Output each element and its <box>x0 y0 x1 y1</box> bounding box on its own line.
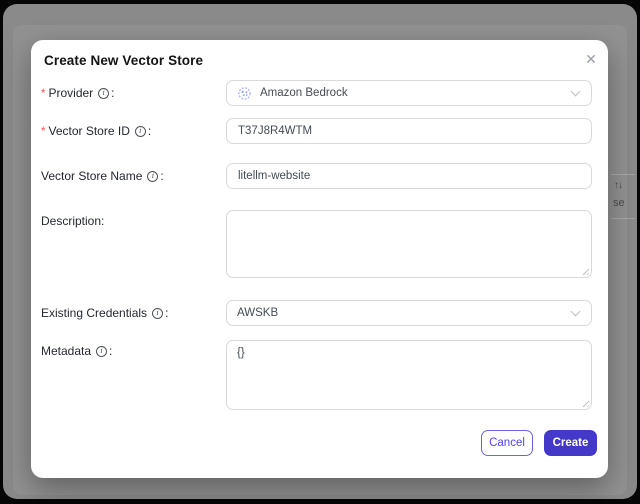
vector-store-id-field-wrap <box>226 118 592 144</box>
info-icon[interactable]: i <box>96 345 108 357</box>
info-icon[interactable]: i <box>134 125 146 137</box>
required-asterisk: * <box>41 88 46 100</box>
info-icon[interactable]: i <box>98 87 110 99</box>
provider-label: * Provider i : <box>41 86 115 100</box>
metadata-textarea[interactable]: {} <box>227 341 591 409</box>
required-asterisk: * <box>41 126 46 138</box>
create-button[interactable]: Create <box>544 430 597 456</box>
provider-select[interactable]: Amazon Bedrock <box>226 80 592 106</box>
close-icon[interactable]: ✕ <box>580 48 602 70</box>
existing-credentials-selected-value: AWSKB <box>237 307 279 319</box>
provider-selected-value: Amazon Bedrock <box>260 87 348 99</box>
background-table-divider <box>611 218 635 219</box>
description-field-wrap <box>226 210 592 278</box>
vector-store-id-label: * Vector Store ID i : <box>41 124 152 138</box>
info-icon[interactable]: i <box>152 307 164 319</box>
vector-store-name-label: Vector Store Name i : <box>41 169 164 183</box>
metadata-label: Metadata i : <box>41 344 113 358</box>
modal-title: Create New Vector Store <box>44 53 204 68</box>
description-textarea[interactable] <box>227 211 591 277</box>
existing-credentials-select[interactable]: AWSKB <box>226 300 592 326</box>
metadata-field-wrap: {} <box>226 340 592 410</box>
cancel-button[interactable]: Cancel <box>481 430 533 456</box>
amazon-bedrock-icon <box>238 86 251 100</box>
sort-icon: ↑↓ <box>614 180 623 191</box>
vector-store-name-field-wrap <box>226 163 592 189</box>
background-partial-text: se <box>613 197 625 209</box>
create-vector-store-modal: Create New Vector Store ✕ * Provider i :… <box>31 40 608 478</box>
vector-store-name-input[interactable] <box>227 164 591 188</box>
existing-credentials-label: Existing Credentials i : <box>41 306 169 320</box>
description-label: Description : <box>41 214 105 228</box>
info-icon[interactable]: i <box>147 170 159 182</box>
vector-store-id-input[interactable] <box>227 119 591 143</box>
background-table-divider <box>611 174 635 175</box>
screen: ↑↓ se Create New Vector Store ✕ * Provid… <box>0 0 640 504</box>
